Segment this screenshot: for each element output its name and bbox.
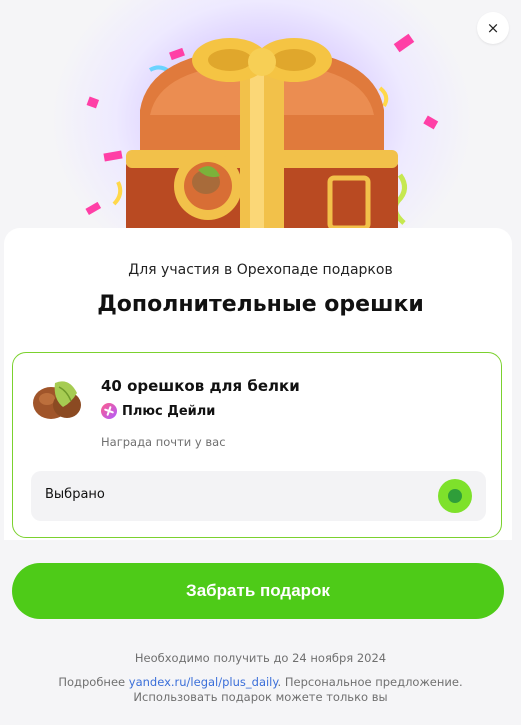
selected-label: Выбрано [45, 487, 105, 502]
radio-dot-icon [448, 489, 462, 503]
gift-chest-illustration [85, 33, 439, 240]
close-icon: × [486, 19, 500, 37]
legal-link[interactable]: yandex.ru/legal/plus_daily [129, 675, 278, 689]
offer-card[interactable]: 40 орешков для белки Плюс Дейли Награда … [12, 352, 502, 538]
hero-illustration [0, 0, 521, 250]
deadline-note: Необходимо получить до 24 ноября 2024 [134, 651, 387, 665]
close-button[interactable]: × [477, 12, 509, 44]
dialog-subtitle: Для участия в Орехопаде подарков [128, 262, 393, 278]
footer-legal-text: Подробнее yandex.ru/legal/plus_daily. Пе… [20, 675, 501, 705]
offer-reward-note: Награда почти у вас [101, 435, 226, 449]
selected-radio[interactable] [438, 479, 472, 513]
selected-option[interactable]: Выбрано [31, 471, 486, 521]
claim-gift-button[interactable]: Забрать подарок [12, 563, 504, 619]
dialog-title: Дополнительные орешки [97, 292, 424, 317]
footer-prefix: Подробнее [58, 675, 129, 689]
offer-name: 40 орешков для белки [101, 377, 300, 395]
offer-brand-label: Плюс Дейли [122, 403, 216, 419]
offer-brand: Плюс Дейли [101, 403, 215, 419]
plus-daily-icon [101, 403, 117, 419]
hazelnut-icon [33, 381, 81, 419]
